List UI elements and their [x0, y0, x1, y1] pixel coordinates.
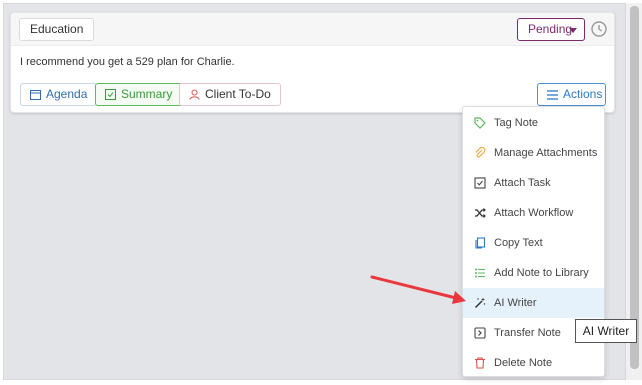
red-arrow-annotation: [370, 275, 466, 304]
tooltip: AI Writer: [575, 319, 637, 343]
